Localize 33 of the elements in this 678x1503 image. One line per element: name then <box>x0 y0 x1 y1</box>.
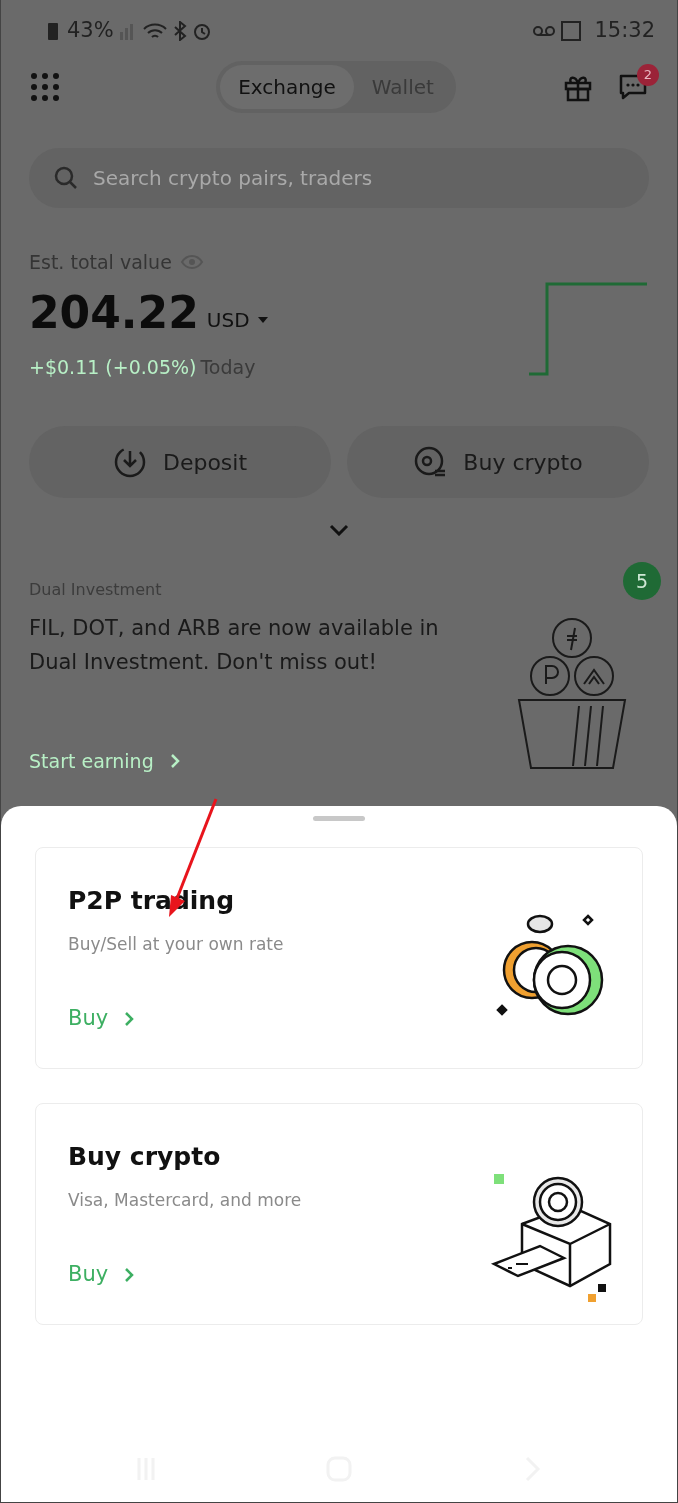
search-field[interactable]: Search crypto pairs, traders <box>29 148 649 208</box>
search-icon <box>53 165 79 191</box>
alarm-icon <box>191 21 212 41</box>
notification-badge: 2 <box>637 64 659 86</box>
start-earning-link[interactable]: Start earning <box>29 747 180 776</box>
chevron-right-icon <box>124 1010 135 1027</box>
action-button[interactable]: Deposit <box>29 426 331 498</box>
promo-message: FIL, DOT, and ARB are now available in Dual Investment. Don't miss out! <box>29 615 440 676</box>
caret-icon <box>257 315 268 324</box>
option-title: Buy crypto <box>68 1141 221 1173</box>
chevron-right-icon <box>124 1266 135 1283</box>
chevron-right-icon <box>169 753 180 770</box>
voicemail-icon <box>532 24 557 38</box>
option-subtitle: Buy/Sell at your own rate <box>68 932 284 956</box>
battery-icon <box>47 21 59 41</box>
chat-icon[interactable] <box>617 72 649 102</box>
action-button[interactable]: Buy crypto <box>347 426 649 498</box>
grid-menu-icon[interactable] <box>29 71 61 103</box>
option-card[interactable]: Buy crypto Visa, Mastercard, and more Buy <box>35 1103 643 1325</box>
screen-icon <box>560 20 583 42</box>
drag-handle[interactable] <box>313 816 365 821</box>
change-amount: +$0.11 (+0.05%) <box>29 354 197 380</box>
count-badge: 5 <box>623 562 661 600</box>
option-subtitle: Visa, Mastercard, and more <box>68 1188 302 1212</box>
balance-value: 204.22 <box>29 290 199 335</box>
battery-level: 43% <box>67 17 114 45</box>
tab[interactable]: Exchange <box>220 65 354 109</box>
currency-selector[interactable]: USD <box>206 304 268 335</box>
coin-card-icon <box>413 445 448 479</box>
buy-link[interactable]: Buy <box>68 1259 135 1291</box>
clock: 15:32 <box>594 17 655 45</box>
buy-link[interactable]: Buy <box>68 1003 135 1035</box>
chevron-down-icon[interactable] <box>329 524 349 536</box>
